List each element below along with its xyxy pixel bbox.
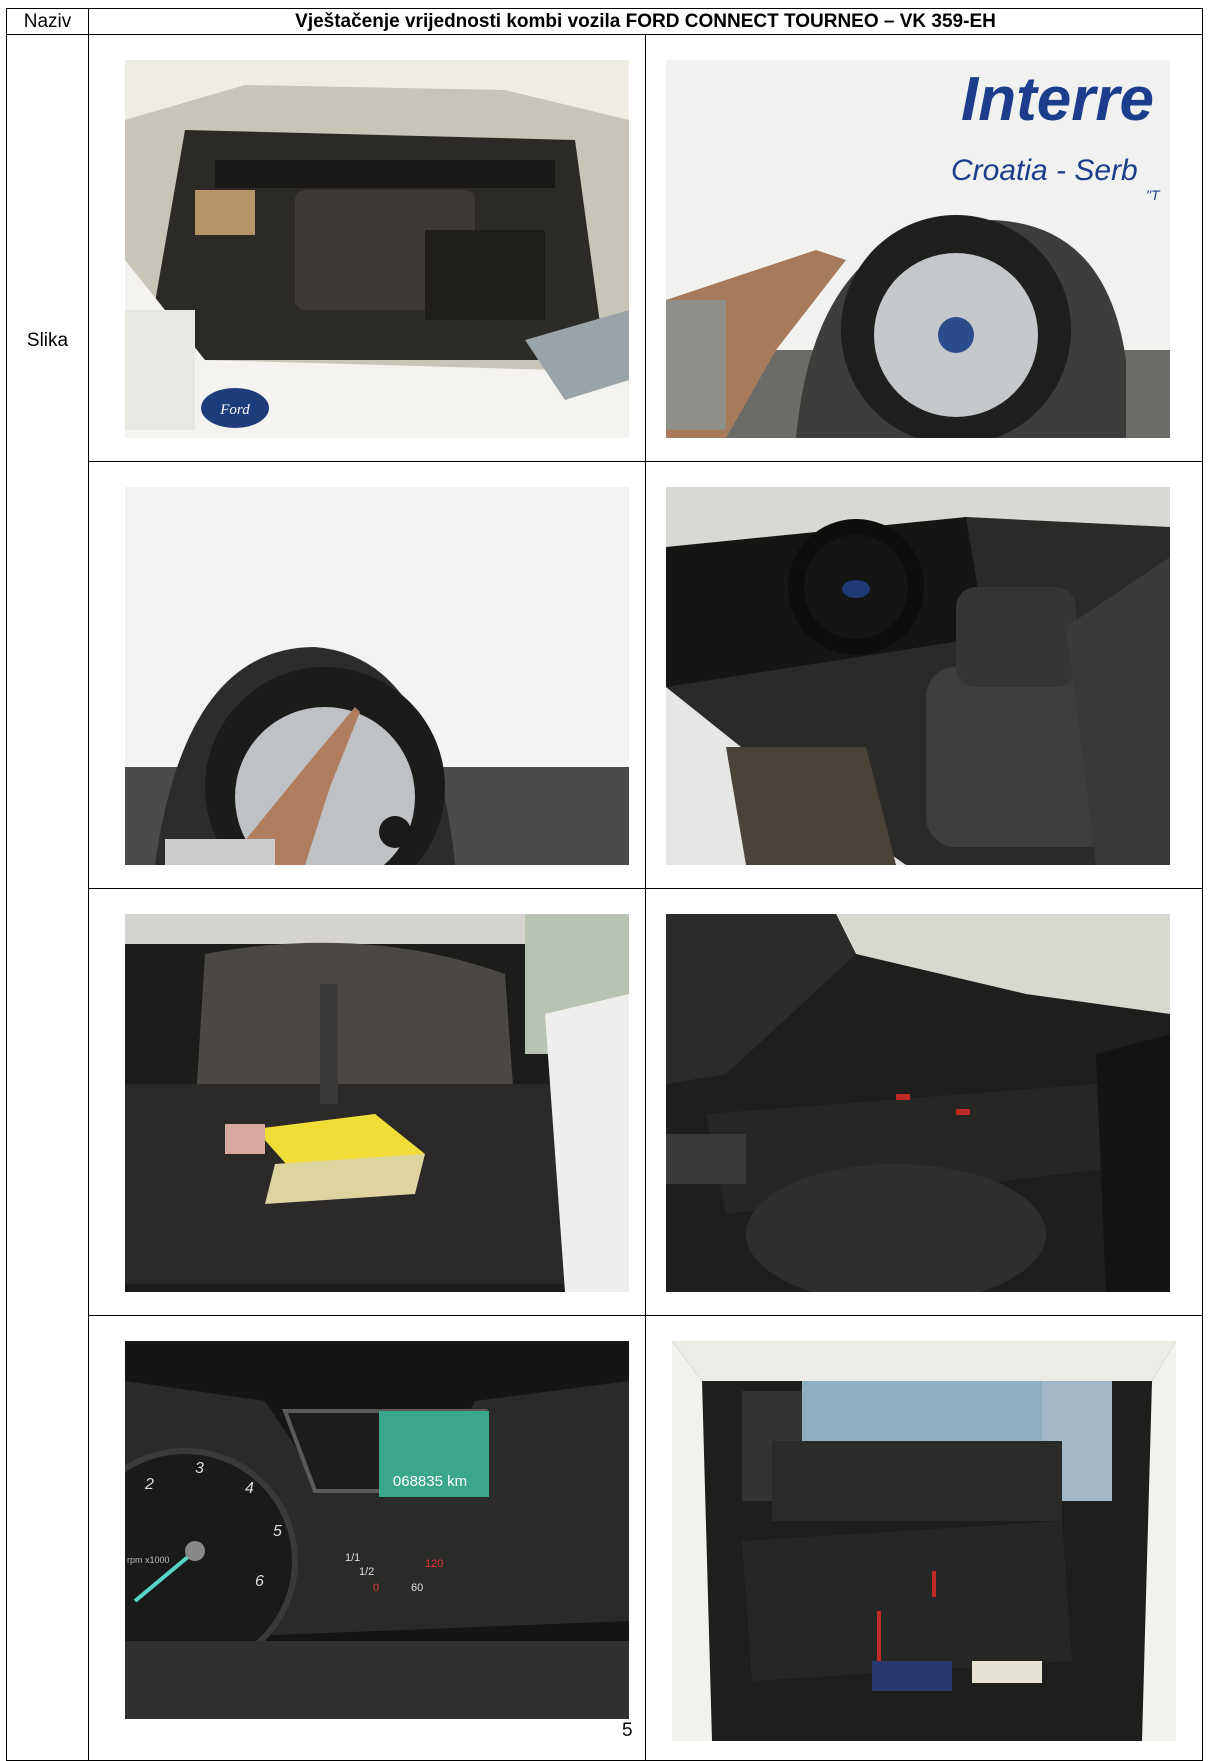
photo-cell-8: 5 xyxy=(645,1315,1203,1761)
photo-cell-4 xyxy=(645,461,1203,889)
temp-mid: 60 xyxy=(411,1582,423,1594)
photo-cell-3 xyxy=(88,461,646,889)
ford-logo: Ford xyxy=(219,402,250,418)
tach-5: 5 xyxy=(273,1523,282,1540)
tach-3: 3 xyxy=(195,1460,204,1477)
tach-4: 4 xyxy=(245,1480,254,1497)
document-page: Naziv Vještačenje vrijednosti kombi vozi… xyxy=(0,0,1208,1761)
tach-2: 2 xyxy=(144,1476,154,1493)
photo-engine-bay: Ford xyxy=(125,60,629,438)
brand-text: Interre xyxy=(961,65,1154,134)
photo-cargo-floor xyxy=(666,914,1170,1292)
header-label: Naziv xyxy=(6,8,89,35)
page-number: 5 xyxy=(622,1720,633,1741)
side-label-cell: Slika xyxy=(6,34,89,1761)
brand-subtext: Croatia - Serb xyxy=(951,154,1138,187)
photo-instrument-cluster: 068835 km 2 3 4 5 6 rpm x1000 1/1 1/2 0 … xyxy=(125,1341,629,1719)
brand-quote: "T xyxy=(1146,187,1161,203)
photo-cell-5 xyxy=(88,888,646,1316)
photo-cell-7: 068835 km 2 3 4 5 6 rpm x1000 1/1 1/2 0 … xyxy=(88,1315,646,1761)
temp-high: 120 xyxy=(425,1558,443,1570)
photo-cargo-view: 5 xyxy=(672,1341,1176,1741)
fuel-half: 1/2 xyxy=(359,1566,374,1578)
photo-rear-seats xyxy=(125,914,629,1292)
side-label: Slika xyxy=(26,330,69,351)
header-title: Vještačenje vrijednosti kombi vozila FOR… xyxy=(88,8,1203,35)
tach-6: 6 xyxy=(255,1573,264,1590)
photo-table: Naziv Vještačenje vrijednosti kombi vozi… xyxy=(6,8,1203,1761)
rpm-label: rpm x1000 xyxy=(127,1555,170,1565)
photo-cell-2: Interre Croatia - Serb "T xyxy=(645,34,1203,462)
fuel-full: 1/1 xyxy=(345,1552,360,1564)
photo-cell-6 xyxy=(645,888,1203,1316)
odometer-readout: 068835 km xyxy=(393,1473,467,1490)
photo-wheel-arch: Interre Croatia - Serb "T xyxy=(666,60,1170,438)
photo-cell-1: Ford xyxy=(88,34,646,462)
photo-interior-front xyxy=(666,487,1170,865)
photo-front-wheel xyxy=(125,487,629,865)
fuel-empty: 0 xyxy=(373,1582,379,1594)
